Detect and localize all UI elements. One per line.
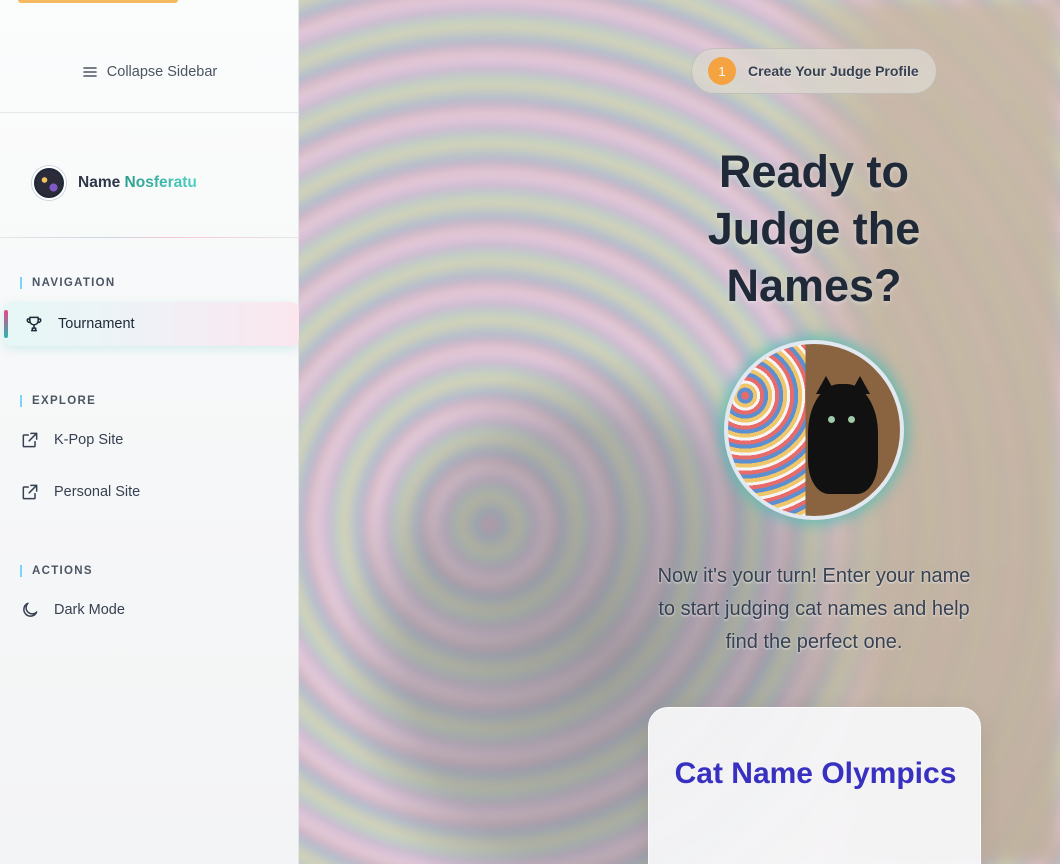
profile-username: Nosferatu <box>124 174 197 191</box>
dark-mode-toggle[interactable]: Dark Mode <box>20 600 125 620</box>
page-title: Ready to Judge the Names? <box>707 146 921 311</box>
section-label-actions: ACTIONS <box>20 565 93 577</box>
main-content: 1 Create Your Judge Profile Ready to Jud… <box>299 0 1060 864</box>
step-indicator: 1 Create Your Judge Profile <box>691 48 937 94</box>
cat-profile-photo <box>724 340 904 520</box>
sidebar-item-label: Personal Site <box>54 484 141 500</box>
section-label-explore: EXPLORE <box>20 395 96 407</box>
collapse-sidebar-button[interactable]: Collapse Sidebar <box>0 52 299 92</box>
sidebar: Collapse Sidebar Name Nosferatu NAVIGATI… <box>0 0 299 864</box>
sidebar-item-tournament[interactable]: Tournament <box>4 302 299 346</box>
moon-icon <box>23 602 38 617</box>
collapse-sidebar-label: Collapse Sidebar <box>106 64 218 80</box>
user-profile[interactable]: Name Nosferatu <box>32 164 197 202</box>
profile-name: Name Nosferatu <box>78 174 197 192</box>
trophy-icon <box>26 316 42 332</box>
profile-name-prefix: Name <box>78 174 121 191</box>
step-label: Create Your Judge Profile <box>748 63 919 79</box>
external-link-icon <box>22 484 38 500</box>
dark-mode-label: Dark Mode <box>54 602 125 618</box>
external-link-icon <box>22 432 38 448</box>
sidebar-item-label: K-Pop Site <box>54 432 124 448</box>
name-entry-card: Cat Name Olympics <box>648 707 981 864</box>
cat-body <box>808 384 878 494</box>
sidebar-top-accent <box>18 0 178 3</box>
sidebar-divider <box>0 112 299 113</box>
intro-description: Now it's your turn! Enter your name to s… <box>657 565 971 653</box>
sidebar-item-personal-site[interactable]: Personal Site <box>20 482 140 502</box>
cat-eye-right <box>848 416 855 423</box>
sidebar-item-kpop-site[interactable]: K-Pop Site <box>20 430 123 450</box>
avatar[interactable] <box>32 166 66 200</box>
step-number-badge: 1 <box>708 57 736 85</box>
section-label-navigation: NAVIGATION <box>20 277 116 289</box>
card-title: Cat Name Olympics <box>674 757 957 790</box>
menu-icon <box>82 67 97 77</box>
sidebar-divider-gradient <box>0 237 299 238</box>
sidebar-item-label: Tournament <box>58 316 135 332</box>
app-root: Collapse Sidebar Name Nosferatu NAVIGATI… <box>0 0 1060 864</box>
cat-eye-left <box>828 416 835 423</box>
